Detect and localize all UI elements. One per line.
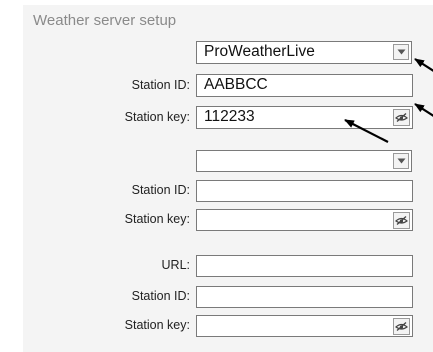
server-1-dropdown-button[interactable] xyxy=(393,44,409,60)
server-3-station-id-field[interactable] xyxy=(196,286,413,308)
server-2-station-key-label: Station key: xyxy=(124,212,190,226)
eye-slash-icon xyxy=(395,216,408,225)
eye-slash-icon xyxy=(395,322,408,331)
server-2-dropdown-button[interactable] xyxy=(393,153,409,169)
server-2-station-key-field[interactable] xyxy=(196,209,413,231)
server-1-station-id-value: AABBCC xyxy=(204,76,268,93)
server-1-select[interactable]: ProWeatherLive xyxy=(196,41,412,64)
server-1-station-id-label: Station ID: xyxy=(131,78,190,92)
server-3-url-label: URL: xyxy=(161,258,190,272)
server-2-select[interactable] xyxy=(196,150,412,172)
chevron-down-icon xyxy=(397,49,406,55)
server-2-station-id-label: Station ID: xyxy=(131,183,190,197)
server-1-station-key-value: 112233 xyxy=(204,108,255,125)
server-1-selected-value: ProWeatherLive xyxy=(204,43,315,60)
server-1-station-id-field[interactable]: AABBCC xyxy=(196,74,413,97)
section-title: Weather server setup xyxy=(33,12,177,29)
server-3-station-key-label: Station key: xyxy=(124,318,190,332)
server-3-station-id-label: Station ID: xyxy=(131,289,190,303)
eye-slash-icon xyxy=(395,113,408,122)
server-2-station-id-field[interactable] xyxy=(196,180,413,202)
server-1-station-key-field[interactable]: 112233 xyxy=(196,106,413,129)
server-2-toggle-visibility-button[interactable] xyxy=(393,212,410,229)
server-1-toggle-visibility-button[interactable] xyxy=(393,109,410,126)
server-3-station-key-field[interactable] xyxy=(196,315,413,337)
server-3-toggle-visibility-button[interactable] xyxy=(393,318,410,335)
server-3-url-field[interactable] xyxy=(196,255,413,277)
server-1-station-key-label: Station key: xyxy=(124,110,190,124)
chevron-down-icon xyxy=(397,158,406,164)
